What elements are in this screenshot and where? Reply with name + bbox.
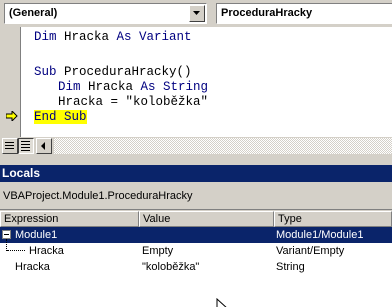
procedure-view-button[interactable] [2, 138, 18, 154]
procedure-name: ProceduraHracky() [56, 65, 192, 79]
splitter[interactable] [0, 155, 392, 165]
identifier: Hracka [80, 80, 141, 94]
keyword-as-string: As String [140, 80, 209, 94]
chevron-down-icon[interactable] [189, 5, 205, 22]
locals-window-titlebar[interactable]: Locals [0, 165, 392, 182]
identifier: Hracka [56, 30, 117, 44]
keyword-dim: Dim [58, 80, 81, 94]
row-value: "koloběžka" [142, 261, 200, 273]
full-module-view-icon [21, 141, 30, 151]
procedure-dropdown[interactable]: ProceduraHracky [216, 3, 392, 24]
code-line-1[interactable]: Dim Hracka As Variant [34, 30, 192, 45]
tree-line [7, 250, 25, 251]
locals-context-label: VBAProject.Module1.ProceduraHracky [3, 190, 193, 202]
row-type: String [276, 261, 305, 273]
code-editor[interactable]: Dim Hracka As Variant Sub ProceduraHrack… [0, 27, 392, 137]
scroll-left-button[interactable] [36, 138, 52, 154]
code-line-3[interactable]: Dim Hracka As String [58, 80, 208, 95]
procedure-dropdown-value: ProceduraHracky [221, 7, 313, 19]
row-expression: Hracka [29, 245, 64, 257]
keyword-as-variant: As Variant [116, 30, 192, 44]
column-header-type[interactable]: Type [274, 211, 392, 227]
table-row[interactable]: Hracka Empty Variant/Empty [0, 239, 392, 259]
code-line-2[interactable]: Sub ProceduraHracky() [34, 65, 192, 80]
row-expression: Hracka [15, 261, 50, 273]
row-expression: Module1 [15, 229, 58, 241]
procedure-view-icon [5, 142, 14, 149]
row-type: Variant/Empty [276, 245, 345, 257]
full-module-view-button[interactable] [18, 138, 34, 154]
yellow-arrow-icon [6, 111, 18, 121]
column-header-value[interactable]: Value [139, 211, 274, 227]
chevron-left-icon [41, 142, 45, 150]
code-line-5-current[interactable]: End Sub [34, 110, 87, 125]
object-dropdown[interactable]: (General) [4, 3, 207, 24]
keyword-end-sub: End Sub [34, 110, 87, 124]
code-line-4[interactable]: Hracka = "koloběžka" [58, 95, 208, 110]
mouse-pointer-icon [216, 298, 227, 307]
combo-toolbar: (General) ProceduraHracky [0, 0, 392, 27]
horizontal-scrollbar-track[interactable] [54, 138, 392, 154]
row-type: Module1/Module1 [276, 229, 364, 241]
column-header-expression[interactable]: Expression [0, 211, 139, 227]
table-row[interactable]: Hracka "koloběžka" String [0, 259, 392, 275]
object-dropdown-value: (General) [9, 7, 58, 19]
locals-context-bar: VBAProject.Module1.ProceduraHracky [0, 182, 392, 210]
assignment-statement: Hracka = "koloběžka" [58, 95, 209, 109]
keyword-sub: Sub [34, 65, 57, 79]
table-row[interactable]: Module1 Module1/Module1 [0, 227, 392, 243]
row-value: Empty [142, 245, 174, 257]
code-window-footer [0, 137, 392, 155]
locals-window-title: Locals [2, 166, 41, 180]
locals-grid[interactable]: Expression Value Type Module1 Module1/Mo… [0, 211, 392, 307]
collapse-icon[interactable] [2, 230, 11, 239]
keyword-dim: Dim [34, 30, 57, 44]
